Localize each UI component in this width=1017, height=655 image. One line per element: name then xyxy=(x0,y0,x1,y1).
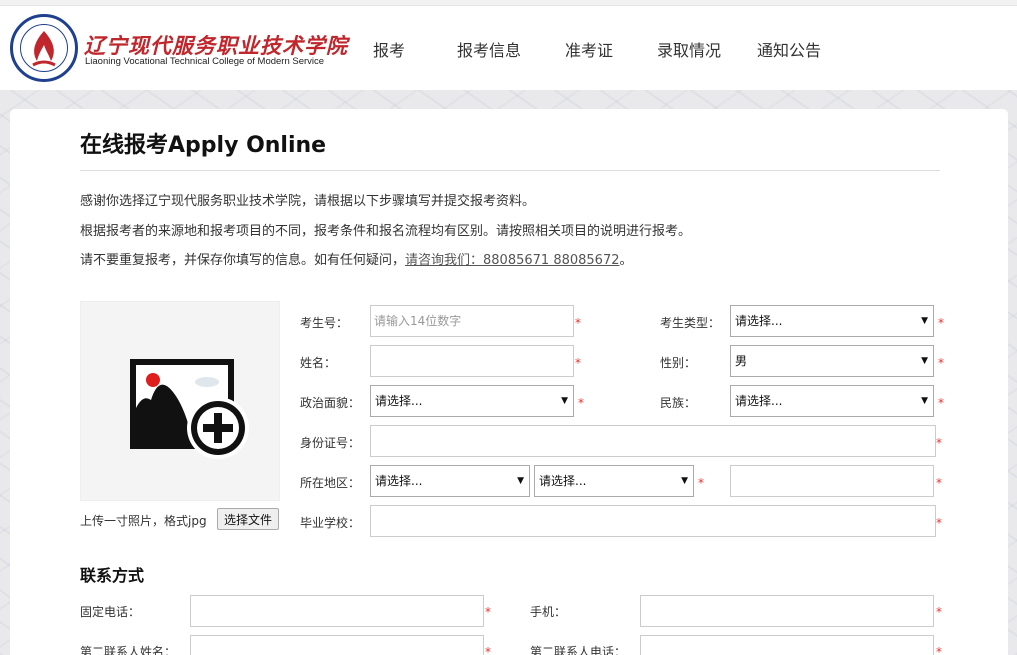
nav-admission-ticket[interactable]: 准考证 xyxy=(565,37,613,61)
graduate-school-label: 毕业学校： xyxy=(300,516,361,530)
required-mark: * xyxy=(485,645,491,655)
college-logo[interactable] xyxy=(10,14,78,82)
required-mark: * xyxy=(936,645,942,655)
region-city-select[interactable]: 请选择... ▼ xyxy=(534,465,694,497)
gender-label: 性别： xyxy=(660,356,697,370)
ethnicity-select[interactable]: 请选择... ▼ xyxy=(730,385,934,417)
id-number-input[interactable] xyxy=(370,425,936,457)
required-mark: * xyxy=(485,605,491,619)
required-mark: * xyxy=(938,356,944,370)
nav-admission-results[interactable]: 录取情况 xyxy=(657,37,721,61)
contact-us-link[interactable]: 请咨询我们：88085671 88085672 xyxy=(405,253,619,268)
political-status-value: 请选择... xyxy=(375,394,423,408)
intro-line-3-text: 请不要重复报考，并保存你填写的信息。如有任何疑问， xyxy=(80,253,406,268)
nav-apply-info[interactable]: 报考信息 xyxy=(457,37,521,61)
college-name-en: Liaoning Vocational Technical College of… xyxy=(85,56,325,67)
required-mark: * xyxy=(936,605,942,619)
second-contact-phone-input[interactable] xyxy=(640,635,934,655)
second-contact-name-label: 第二联系人姓名： xyxy=(80,645,177,655)
nav-notices[interactable]: 通知公告 xyxy=(757,37,821,61)
dropdown-arrow-icon: ▼ xyxy=(681,476,688,486)
candidate-type-select[interactable]: 请选择... ▼ xyxy=(730,305,934,337)
required-mark: * xyxy=(578,396,584,410)
choose-file-button[interactable]: 选择文件 xyxy=(217,508,279,530)
intro-line-2: 根据报考者的来源地和报考项目的不同，报考条件和报名流程均有区别。请按照相关项目的… xyxy=(80,224,692,239)
add-image-icon xyxy=(130,359,249,459)
required-mark: * xyxy=(936,436,942,450)
name-label: 姓名： xyxy=(300,356,337,370)
required-mark: * xyxy=(936,516,942,530)
site-header: 辽宁现代服务职业技术学院 Liaoning Vocational Technic… xyxy=(0,6,1017,90)
title-divider xyxy=(80,170,940,171)
required-mark: * xyxy=(936,476,942,490)
exam-number-input[interactable]: 请输入14位数字 xyxy=(370,305,574,337)
region-address-input[interactable] xyxy=(730,465,934,497)
required-mark: * xyxy=(575,356,581,370)
dropdown-arrow-icon: ▼ xyxy=(561,396,568,406)
dropdown-arrow-icon: ▼ xyxy=(921,396,928,406)
dropdown-arrow-icon: ▼ xyxy=(921,316,928,326)
ethnicity-label: 民族： xyxy=(660,396,697,410)
political-status-label: 政治面貌： xyxy=(300,396,361,410)
required-mark: * xyxy=(938,316,944,330)
dropdown-arrow-icon: ▼ xyxy=(517,476,524,486)
required-mark: * xyxy=(698,476,704,490)
exam-number-label: 考生号： xyxy=(300,316,349,330)
mobile-label: 手机： xyxy=(530,605,567,619)
region-province-value: 请选择... xyxy=(375,474,423,488)
contact-section-title: 联系方式 xyxy=(80,566,145,585)
mobile-input[interactable] xyxy=(640,595,934,627)
name-input[interactable] xyxy=(370,345,574,377)
region-province-select[interactable]: 请选择... ▼ xyxy=(370,465,530,497)
gender-select[interactable]: 男 ▼ xyxy=(730,345,934,377)
id-number-label: 身份证号： xyxy=(300,436,361,450)
second-contact-phone-label: 第二联系人电话： xyxy=(530,645,627,655)
photo-upload-area[interactable] xyxy=(80,301,280,501)
flame-icon xyxy=(32,31,56,67)
required-mark: * xyxy=(938,396,944,410)
ethnicity-value: 请选择... xyxy=(735,394,783,408)
dropdown-arrow-icon: ▼ xyxy=(921,356,928,366)
nav-apply[interactable]: 报考 xyxy=(373,37,405,61)
photo-upload-label: 上传一寸照片，格式jpg xyxy=(80,514,207,528)
political-status-select[interactable]: 请选择... ▼ xyxy=(370,385,574,417)
required-mark: * xyxy=(575,316,581,330)
landline-input[interactable] xyxy=(190,595,484,627)
candidate-type-value: 请选择... xyxy=(735,314,783,328)
page-title: 在线报考Apply Online xyxy=(80,133,327,158)
candidate-type-label: 考生类型： xyxy=(660,316,721,330)
second-contact-name-input[interactable] xyxy=(190,635,484,655)
intro-line-3-end: 。 xyxy=(619,253,633,268)
intro-line-1: 感谢你选择辽宁现代服务职业技术学院，请根据以下步骤填写并提交报考资料。 xyxy=(80,194,536,209)
region-label: 所在地区： xyxy=(300,476,361,490)
landline-label: 固定电话： xyxy=(80,605,141,619)
intro-line-3: 请不要重复报考，并保存你填写的信息。如有任何疑问，请咨询我们：88085671 … xyxy=(80,249,633,268)
region-city-value: 请选择... xyxy=(539,474,587,488)
gender-value: 男 xyxy=(735,354,748,368)
graduate-school-input[interactable] xyxy=(370,505,936,537)
